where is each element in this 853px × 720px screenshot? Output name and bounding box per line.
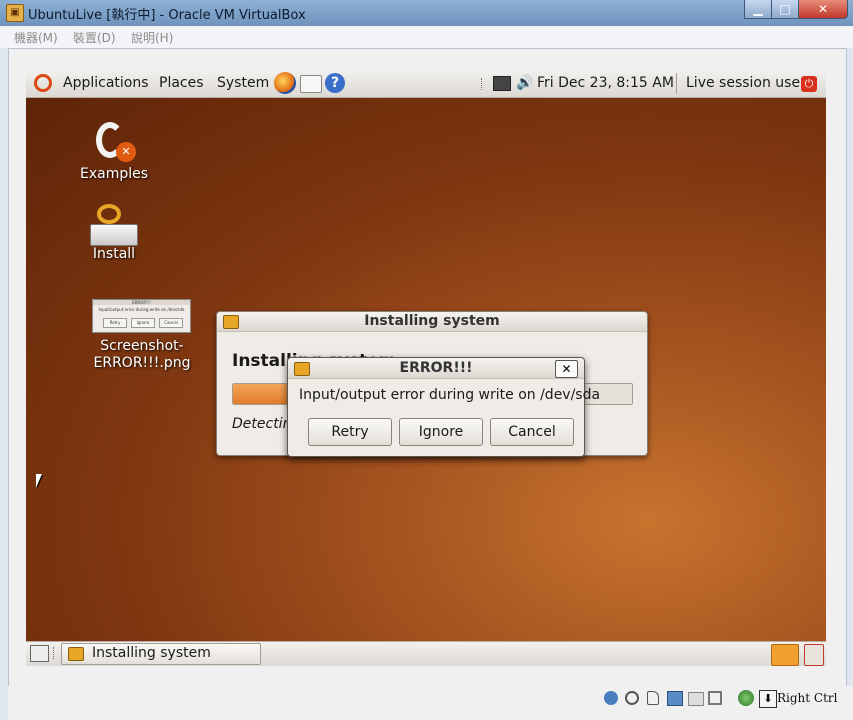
- ignore-button[interactable]: Ignore: [399, 418, 483, 446]
- clock[interactable]: Fri Dec 23, 8:15 AM: [537, 75, 674, 91]
- retry-button[interactable]: Retry: [308, 418, 392, 446]
- error-close-icon[interactable]: ✕: [555, 360, 578, 378]
- mouse-integration-icon[interactable]: [738, 690, 754, 706]
- close-button[interactable]: ✕: [798, 0, 848, 19]
- thumbnail-ignore: Ignore: [131, 318, 155, 328]
- install-arrow-icon: [97, 204, 121, 224]
- menu-system[interactable]: System: [217, 75, 269, 91]
- panel-separator: [676, 73, 677, 94]
- network-adapter-icon[interactable]: [667, 691, 683, 706]
- maximize-button[interactable]: □: [771, 0, 799, 19]
- workspace-switcher[interactable]: [771, 644, 799, 666]
- capture-icon[interactable]: ⬇: [759, 690, 777, 708]
- show-desktop-icon[interactable]: [30, 645, 49, 662]
- thumbnail-cancel: Cancel: [159, 318, 183, 328]
- firefox-icon[interactable]: [274, 72, 296, 94]
- thumbnail-retry: Retry: [103, 318, 127, 328]
- examples-badge-icon: ✕: [116, 142, 136, 162]
- window-title: UbuntuLive [執行中] - Oracle VM VirtualBox: [28, 8, 306, 23]
- taskbar-item[interactable]: Installing system: [61, 643, 261, 665]
- ubuntu-logo-icon: [34, 74, 52, 92]
- trash-icon[interactable]: [804, 644, 824, 666]
- cpu-icon[interactable]: [708, 691, 722, 705]
- mail-icon[interactable]: [300, 75, 322, 93]
- optical-drive-icon[interactable]: [625, 691, 639, 705]
- taskbar-installer-icon: [68, 647, 84, 661]
- examples-label[interactable]: Examples: [74, 166, 154, 182]
- bottom-panel-handle: [53, 647, 56, 659]
- virtualbox-icon: ▣: [6, 4, 24, 22]
- host-menubar: [0, 26, 853, 48]
- installer-title: Installing system: [364, 313, 500, 329]
- menu-help[interactable]: 說明(H): [131, 29, 173, 46]
- help-icon[interactable]: ?: [325, 73, 345, 93]
- error-title: ERROR!!!: [399, 360, 473, 376]
- usb-icon[interactable]: [647, 691, 659, 705]
- menu-applications[interactable]: Applications: [63, 75, 149, 91]
- host-statusbar: [8, 686, 853, 720]
- cancel-button[interactable]: Cancel: [490, 418, 574, 446]
- host-key-label: Right Ctrl: [777, 691, 838, 705]
- error-dialog[interactable]: ERROR!!! ✕ Input/output error during wri…: [287, 357, 600, 457]
- mouse-cursor-icon: [36, 474, 42, 488]
- hdd-icon[interactable]: [604, 691, 618, 705]
- screenshot-thumbnail-icon[interactable]: ERROR!!! Input/output error during write…: [92, 299, 191, 333]
- install-label[interactable]: Install: [74, 246, 154, 262]
- minimize-button[interactable]: ▁: [744, 0, 772, 19]
- volume-icon[interactable]: 🔊: [516, 75, 533, 91]
- taskbar-label: Installing system: [92, 645, 211, 661]
- menu-devices[interactable]: 裝置(D): [73, 29, 116, 46]
- menu-places[interactable]: Places: [159, 75, 204, 91]
- session-user[interactable]: Live session user: [686, 75, 806, 91]
- install-icon[interactable]: [90, 224, 138, 246]
- error-message: Input/output error during write on /dev/…: [299, 387, 601, 403]
- network-icon[interactable]: [493, 76, 511, 91]
- shared-folders-icon[interactable]: [688, 692, 704, 706]
- shutdown-icon[interactable]: ⏻: [801, 76, 817, 92]
- thumbnail-message: Input/output error during write on /dev/…: [98, 307, 185, 312]
- menu-machine[interactable]: 機器(M): [14, 29, 58, 46]
- screenshot-label[interactable]: Screenshot- ERROR!!!.png: [84, 338, 200, 372]
- panel-handle: [481, 78, 485, 90]
- guest-screen[interactable]: Applications Places System ? 🔊 Fri Dec 2…: [26, 70, 826, 666]
- thumbnail-title: ERROR!!!: [93, 300, 190, 305]
